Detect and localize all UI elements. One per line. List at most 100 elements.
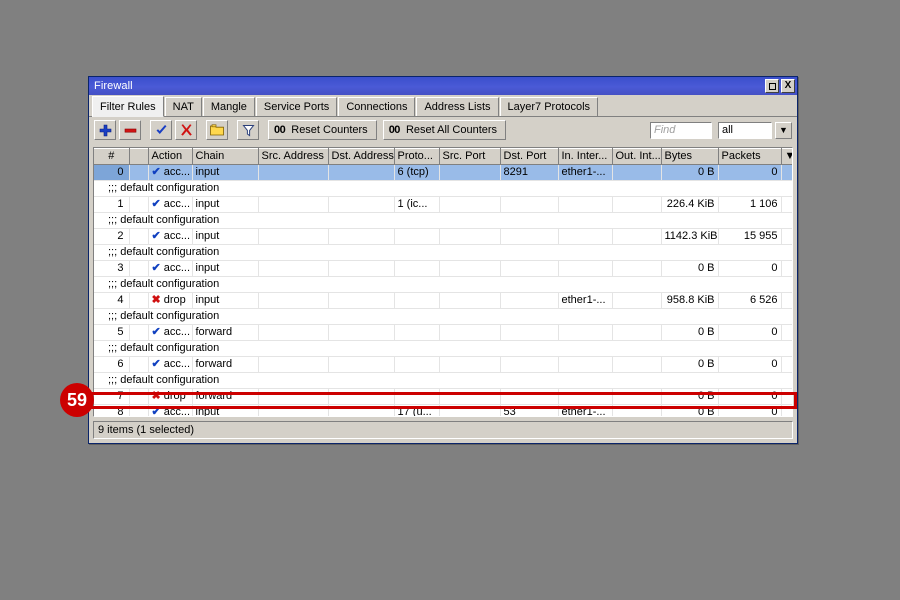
column-header-chain[interactable]: Chain: [192, 148, 259, 165]
action-label: acc...: [163, 198, 191, 210]
window-titlebar[interactable]: Firewall X: [89, 77, 797, 95]
table-comment-row[interactable]: ;;; default configuration: [94, 372, 792, 389]
cell-num: 2: [94, 228, 130, 245]
column-header-in-interface[interactable]: In. Inter...: [558, 148, 613, 165]
cell-action: ✔ acc...: [148, 164, 193, 181]
plus-icon: [99, 124, 111, 136]
close-icon: X: [784, 80, 792, 91]
scope-select[interactable]: all: [718, 121, 772, 139]
action-label: acc...: [163, 166, 191, 178]
cell-bytes: 1142.3 KiB: [661, 228, 719, 245]
column-header-dst-address[interactable]: Dst. Address: [328, 148, 395, 165]
cell-bytes: 0 B: [661, 324, 719, 341]
column-header-out-interface[interactable]: Out. Int...: [612, 148, 662, 165]
column-header-src-port[interactable]: Src. Port: [439, 148, 501, 165]
column-header-src-address[interactable]: Src. Address: [258, 148, 329, 165]
comment-button[interactable]: [206, 120, 228, 140]
table-row[interactable]: 5 ✔ acc... forward 0 B0: [94, 324, 792, 341]
comment-text: ;;; default configuration: [94, 212, 792, 229]
table-comment-row[interactable]: ;;; default configuration: [94, 180, 792, 197]
cell-packets: 0: [718, 404, 782, 416]
table-row[interactable]: 0 ✔ acc... input 6 (tcp) 8291 ether1-... 0 B0: [94, 164, 792, 181]
tab-nat[interactable]: NAT: [164, 97, 202, 116]
table-row[interactable]: 6 ✔ acc... forward 0 B0: [94, 356, 792, 373]
tab-address-lists[interactable]: Address Lists: [416, 97, 499, 116]
cell-dst-port: [500, 292, 559, 309]
disable-rule-button[interactable]: [175, 120, 197, 140]
cell-src-address: [258, 388, 329, 405]
table-header: # Action Chain Src. Address Dst. Address…: [94, 148, 792, 165]
cell-dst-address: [328, 228, 395, 245]
cell-chain: forward: [192, 388, 259, 405]
cell-out-interface: [612, 356, 662, 373]
table-row[interactable]: 2 ✔ acc... input 1142.3 KiB 15 955: [94, 228, 792, 245]
table-comment-row[interactable]: ;;; default configuration: [94, 340, 792, 357]
cell-action: ✔ acc...: [148, 324, 193, 341]
column-menu-button[interactable]: ▼: [781, 148, 792, 165]
column-header-blank[interactable]: [129, 148, 149, 165]
cell-packets: 0: [718, 260, 782, 277]
table-row[interactable]: 3 ✔ acc... input 0 B0: [94, 260, 792, 277]
cell-dst-address: [328, 292, 395, 309]
cell-dst-port: [500, 228, 559, 245]
table-row[interactable]: 7 ✖ drop forward 0 B0: [94, 388, 792, 405]
table-comment-row[interactable]: ;;; default configuration: [94, 212, 792, 229]
action-label: drop: [163, 390, 186, 402]
cell-bytes: 0 B: [661, 356, 719, 373]
status-bar: 9 items (1 selected): [93, 421, 793, 439]
cell-dst-address: [328, 404, 395, 416]
column-header-action[interactable]: Action: [148, 148, 193, 165]
table-comment-row[interactable]: ;;; default configuration: [94, 244, 792, 261]
column-header-num[interactable]: #: [94, 148, 130, 165]
reset-all-counters-button[interactable]: 00 Reset All Counters: [382, 120, 507, 140]
tab-mangle[interactable]: Mangle: [202, 97, 255, 116]
table-row[interactable]: 4 ✖ drop input ether1-... 958.8 KiB 6 526: [94, 292, 792, 309]
scope-dropdown-arrow-icon[interactable]: ▼: [775, 121, 792, 139]
cell-action: ✔ acc...: [148, 196, 193, 213]
table-body: 0 ✔ acc... input 6 (tcp) 8291 ether1-... 0 B 0;;…: [94, 164, 792, 417]
cell-flags: [129, 388, 149, 405]
cell-packets: 0: [718, 388, 782, 405]
find-input[interactable]: Find: [650, 121, 712, 139]
cell-src-address: [258, 196, 329, 213]
table-comment-row[interactable]: ;;; default configuration: [94, 276, 792, 293]
cell-action: ✔ acc...: [148, 260, 193, 277]
tab-connections[interactable]: Connections: [338, 97, 416, 116]
tab-filter-rules[interactable]: Filter Rules: [92, 96, 164, 117]
minus-icon: [124, 128, 136, 133]
close-button[interactable]: X: [781, 79, 795, 93]
column-header-bytes[interactable]: Bytes: [661, 148, 719, 165]
accept-checkmark-icon: ✔: [151, 262, 161, 274]
accept-checkmark-icon: ✔: [151, 406, 161, 417]
cell-packets: 0: [718, 356, 782, 373]
table-row[interactable]: 1 ✔ acc... input 1 (ic... 226.4 KiB 1 106: [94, 196, 792, 213]
funnel-icon: [241, 124, 255, 136]
rules-table-container[interactable]: # Action Chain Src. Address Dst. Address…: [93, 147, 793, 417]
cell-bytes: 0 B: [661, 388, 719, 405]
tab-service-ports[interactable]: Service Ports: [255, 97, 338, 116]
cell-out-interface: [612, 324, 662, 341]
column-header-dst-port[interactable]: Dst. Port: [500, 148, 559, 165]
reset-counters-prefix: 00: [274, 124, 286, 136]
table-row[interactable]: 8 ✔ acc... input 17 (u... 53 ether1-... 0 B0: [94, 404, 792, 417]
cell-packets: 15 955: [718, 228, 782, 245]
table-comment-row[interactable]: ;;; default configuration: [94, 308, 792, 325]
reset-counters-button[interactable]: 00 Reset Counters: [268, 120, 377, 140]
cell-bytes: 958.8 KiB: [661, 292, 719, 309]
column-header-packets[interactable]: Packets: [718, 148, 782, 165]
add-rule-button[interactable]: [94, 120, 116, 140]
cell-src-address: [258, 356, 329, 373]
maximize-button[interactable]: [765, 79, 779, 93]
cell-proto: 1 (ic...: [394, 196, 440, 213]
cell-src-port: [439, 404, 501, 416]
tab-layer7-protocols[interactable]: Layer7 Protocols: [499, 97, 599, 116]
enable-rule-button[interactable]: [150, 120, 172, 140]
cell-packets: 6 526: [718, 292, 782, 309]
filter-button[interactable]: [237, 120, 259, 140]
cell-in-interface: [558, 228, 613, 245]
column-header-proto[interactable]: Proto...: [394, 148, 440, 165]
remove-rule-button[interactable]: [119, 120, 141, 140]
maximize-icon: [768, 82, 776, 90]
cell-num: 5: [94, 324, 130, 341]
cell-dst-port: 8291: [500, 164, 559, 181]
